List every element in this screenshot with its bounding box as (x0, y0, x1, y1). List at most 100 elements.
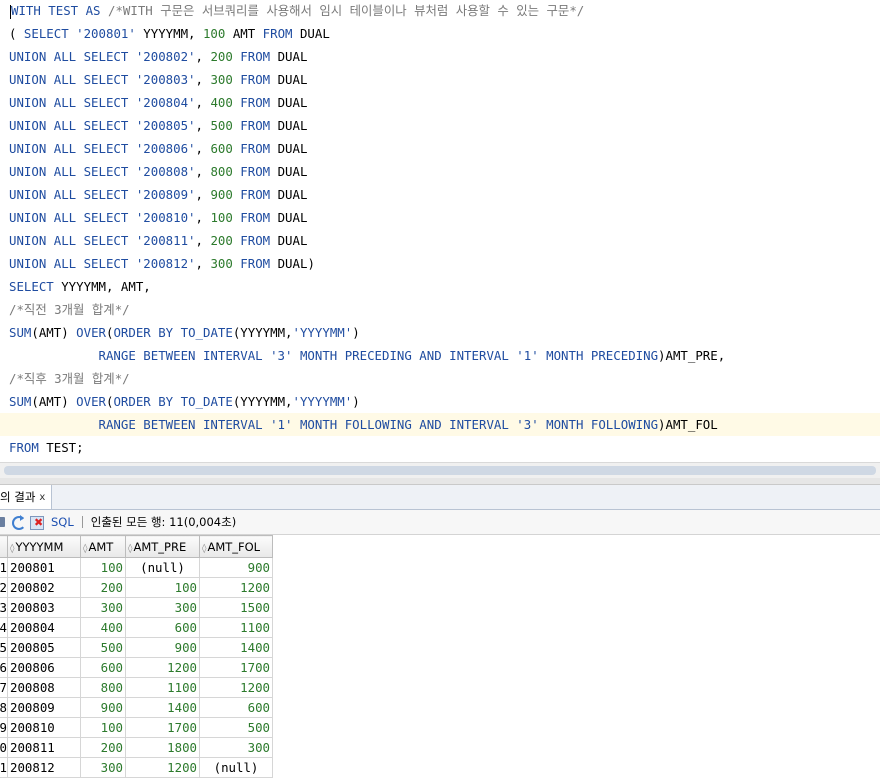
cell-amt-pre[interactable]: 1200 (125, 757, 200, 778)
cell-amt-fol[interactable]: 300 (199, 737, 273, 758)
cell-yyyymm[interactable]: 200802 (7, 577, 81, 598)
cell-amt-fol[interactable]: 1200 (199, 677, 273, 698)
code-line[interactable]: FROM TEST; (0, 436, 880, 459)
table-row[interactable]: 7 200808 800 1100 1200 (0, 677, 273, 698)
code-line[interactable]: UNION ALL SELECT '200809', 900 FROM DUAL (0, 183, 880, 206)
cell-amt-pre[interactable]: 1400 (125, 697, 200, 718)
code-token: 900 (210, 187, 233, 202)
code-token: , (195, 233, 211, 248)
column-header-yyyymm[interactable]: ◊YYYYMM (7, 535, 81, 558)
code-line[interactable]: UNION ALL SELECT '200808', 800 FROM DUAL (0, 160, 880, 183)
cell-amt[interactable]: 500 (80, 637, 126, 658)
code-line[interactable]: RANGE BETWEEN INTERVAL '1' MONTH FOLLOWI… (0, 413, 880, 436)
cell-amt-pre[interactable]: (null) (125, 557, 200, 578)
cell-amt-fol[interactable]: 900 (199, 557, 273, 578)
refresh-icon[interactable] (10, 514, 26, 530)
row-number: 7 (0, 677, 8, 698)
code-line[interactable]: SUM(AMT) OVER(ORDER BY TO_DATE(YYYYMM,'Y… (0, 390, 880, 413)
code-line[interactable]: UNION ALL SELECT '200812', 300 FROM DUAL… (0, 252, 880, 275)
cell-amt[interactable]: 300 (80, 597, 126, 618)
cell-yyyymm[interactable]: 200805 (7, 637, 81, 658)
code-line[interactable]: UNION ALL SELECT '200806', 600 FROM DUAL (0, 137, 880, 160)
cell-amt[interactable]: 300 (80, 757, 126, 778)
sql-link[interactable]: SQL (51, 515, 74, 529)
cell-yyyymm[interactable]: 200808 (7, 677, 81, 698)
code-line[interactable]: /*직후 3개월 합계*/ (0, 367, 880, 390)
table-row[interactable]: 6 200806 600 1200 1700 (0, 657, 273, 678)
column-header-amt-fol[interactable]: ◊AMT_FOL (199, 535, 273, 558)
code-token: DUAL (270, 187, 308, 202)
cell-amt-pre[interactable]: 900 (125, 637, 200, 658)
cell-amt-fol[interactable]: 1200 (199, 577, 273, 598)
cell-amt-pre[interactable]: 1700 (125, 717, 200, 738)
code-token: SUM (9, 325, 32, 340)
code-token: , (195, 164, 211, 179)
code-line[interactable]: SELECT YYYYMM, AMT, (0, 275, 880, 298)
cell-yyyymm[interactable]: 200801 (7, 557, 81, 578)
table-row[interactable]: 1 200801 100 (null) 900 (0, 557, 273, 578)
cell-amt-fol[interactable]: (null) (199, 757, 273, 778)
code-line[interactable]: /*직전 3개월 합계*/ (0, 298, 880, 321)
cell-amt-fol[interactable]: 1700 (199, 657, 273, 678)
code-line[interactable]: RANGE BETWEEN INTERVAL '3' MONTH PRECEDI… (0, 344, 880, 367)
cell-amt-fol[interactable]: 1500 (199, 597, 273, 618)
code-line[interactable]: WITH TEST AS /*WITH 구문은 서브쿼리를 사용해서 임시 테이… (0, 0, 880, 22)
table-row[interactable]: 1 200812 300 1200 (null) (0, 757, 273, 778)
cell-amt-pre[interactable]: 1200 (125, 657, 200, 678)
code-line[interactable]: ( SELECT '200801' YYYYMM, 100 AMT FROM D… (0, 22, 880, 45)
cell-yyyymm[interactable]: 200803 (7, 597, 81, 618)
close-tab-icon[interactable]: x (39, 492, 45, 503)
cell-amt-fol[interactable]: 1400 (199, 637, 273, 658)
cell-yyyymm[interactable]: 200806 (7, 657, 81, 678)
scrollbar-thumb[interactable] (4, 466, 876, 475)
editor-horizontal-scrollbar[interactable] (0, 462, 880, 479)
cell-amt-fol[interactable]: 500 (199, 717, 273, 738)
cell-amt-pre[interactable]: 100 (125, 577, 200, 598)
cell-amt[interactable]: 600 (80, 657, 126, 678)
code-line[interactable]: UNION ALL SELECT '200810', 100 FROM DUAL (0, 206, 880, 229)
cell-amt-fol[interactable]: 600 (199, 697, 273, 718)
code-token: , (195, 95, 211, 110)
table-row[interactable]: 0 200811 200 1800 300 (0, 737, 273, 758)
results-grid[interactable]: ◊YYYYMM ◊AMT ◊AMT_PRE ◊AMT_FOL 1 200801 10… (0, 535, 880, 780)
cell-amt-pre[interactable]: 300 (125, 597, 200, 618)
cell-amt[interactable]: 900 (80, 697, 126, 718)
code-line[interactable]: UNION ALL SELECT '200803', 300 FROM DUAL (0, 68, 880, 91)
cell-amt[interactable]: 400 (80, 617, 126, 638)
table-row[interactable]: 4 200804 400 600 1100 (0, 617, 273, 638)
cell-amt[interactable]: 200 (80, 577, 126, 598)
table-row[interactable]: 8 200809 900 1400 600 (0, 697, 273, 718)
cell-amt-pre[interactable]: 1800 (125, 737, 200, 758)
cell-yyyymm[interactable]: 200804 (7, 617, 81, 638)
query-result-tab[interactable]: 의 결과 x (0, 485, 53, 509)
table-row[interactable]: 3 200803 300 300 1500 (0, 597, 273, 618)
panel-splitter[interactable] (0, 478, 880, 485)
code-line[interactable]: UNION ALL SELECT '200811', 200 FROM DUAL (0, 229, 880, 252)
cell-yyyymm[interactable]: 200812 (7, 757, 81, 778)
cell-amt-pre[interactable]: 1100 (125, 677, 200, 698)
table-row[interactable]: 2 200802 200 100 1200 (0, 577, 273, 598)
cell-amt[interactable]: 100 (80, 717, 126, 738)
code-line[interactable]: UNION ALL SELECT '200802', 200 FROM DUAL (0, 45, 880, 68)
sql-editor[interactable]: WITH TEST AS /*WITH 구문은 서브쿼리를 사용해서 임시 테이… (0, 0, 880, 462)
cell-yyyymm[interactable]: 200810 (7, 717, 81, 738)
code-line[interactable]: SUM(AMT) OVER(ORDER BY TO_DATE(YYYYMM,'Y… (0, 321, 880, 344)
code-line[interactable]: UNION ALL SELECT '200805', 500 FROM DUAL (0, 114, 880, 137)
code-line[interactable]: UNION ALL SELECT '200804', 400 FROM DUAL (0, 91, 880, 114)
code-token: FROM (240, 210, 271, 225)
cancel-query-icon[interactable] (29, 514, 45, 530)
table-row[interactable]: 5 200805 500 900 1400 (0, 637, 273, 658)
cell-yyyymm[interactable]: 200811 (7, 737, 81, 758)
cell-yyyymm[interactable]: 200809 (7, 697, 81, 718)
cell-amt[interactable]: 100 (80, 557, 126, 578)
column-header-amt-pre[interactable]: ◊AMT_PRE (125, 535, 200, 558)
pin-icon[interactable] (0, 514, 7, 530)
code-token: FROM (240, 118, 271, 133)
code-token: UNION ALL SELECT (9, 210, 136, 225)
cell-amt[interactable]: 800 (80, 677, 126, 698)
cell-amt-pre[interactable]: 600 (125, 617, 200, 638)
cell-amt-fol[interactable]: 1100 (199, 617, 273, 638)
cell-amt[interactable]: 200 (80, 737, 126, 758)
table-row[interactable]: 9 200810 100 1700 500 (0, 717, 273, 738)
column-header-amt[interactable]: ◊AMT (80, 535, 126, 558)
